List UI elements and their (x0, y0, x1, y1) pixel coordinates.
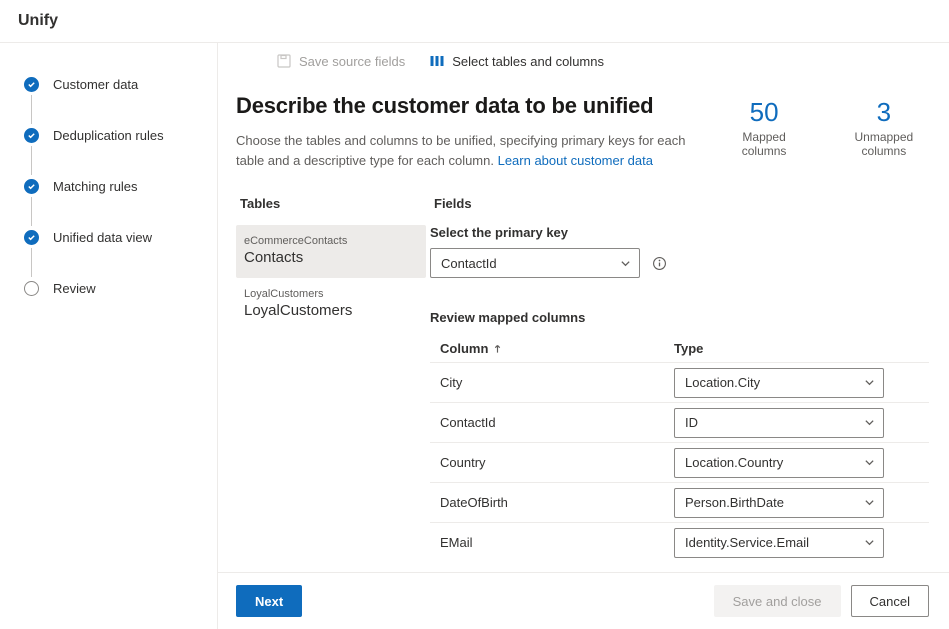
page-description: Choose the tables and columns to be unif… (236, 131, 705, 170)
wizard-stepper: Customer data Deduplication rules Matching… (0, 43, 218, 629)
fields-header: Fields (430, 196, 929, 211)
type-value: ID (685, 415, 698, 430)
save-icon (276, 53, 292, 69)
columns-icon (429, 53, 445, 69)
column-name: EMail (430, 535, 674, 550)
table-item-loyalcustomers[interactable]: LoyalCustomers LoyalCustomers (236, 278, 426, 331)
table-row: ContactId ID (430, 402, 929, 442)
chevron-down-icon (864, 377, 875, 388)
select-tables-label: Select tables and columns (452, 54, 604, 69)
top-actions: Save source fields Select tables and col… (236, 43, 929, 79)
table-item-contacts[interactable]: eCommerceContacts Contacts (236, 225, 426, 278)
save-and-close-button: Save and close (714, 585, 841, 617)
check-icon (24, 230, 39, 245)
table-source: LoyalCustomers (244, 288, 414, 300)
step-matching-rules[interactable]: Matching rules (24, 179, 201, 230)
step-label: Unified data view (53, 230, 152, 245)
mapped-label: Mapped columns (725, 130, 802, 158)
step-label: Matching rules (53, 179, 138, 194)
review-mapped-label: Review mapped columns (430, 310, 929, 325)
chevron-down-icon (864, 537, 875, 548)
table-name: LoyalCustomers (244, 302, 414, 319)
step-label: Deduplication rules (53, 128, 164, 143)
app-header: Unify (0, 0, 949, 43)
sort-asc-icon (493, 344, 502, 354)
chevron-down-icon (864, 497, 875, 508)
step-customer-data[interactable]: Customer data (24, 77, 201, 128)
step-review[interactable]: Review (24, 281, 201, 296)
chevron-down-icon (864, 457, 875, 468)
table-row: EMail Identity.Service.Email (430, 522, 929, 562)
page-title: Describe the customer data to be unified (236, 93, 705, 119)
table-row: DateOfBirth Person.BirthDate (430, 482, 929, 522)
type-value: Location.Country (685, 455, 783, 470)
column-name: ContactId (430, 415, 674, 430)
check-icon (24, 77, 39, 92)
column-header[interactable]: Column (430, 341, 674, 356)
mapped-columns-stat: 50 Mapped columns (725, 97, 802, 158)
type-value: Location.City (685, 375, 760, 390)
circle-icon (24, 281, 39, 296)
step-label: Review (53, 281, 96, 296)
cancel-button[interactable]: Cancel (851, 585, 929, 617)
primary-key-select[interactable]: ContactId (430, 248, 640, 278)
column-name: Country (430, 455, 674, 470)
tables-column: Tables eCommerceContacts Contacts LoyalCus… (236, 196, 426, 562)
step-label: Customer data (53, 77, 138, 92)
chevron-down-icon (864, 417, 875, 428)
next-button[interactable]: Next (236, 585, 302, 617)
type-select[interactable]: Location.City (674, 368, 884, 398)
chevron-down-icon (620, 258, 631, 269)
tables-header: Tables (236, 196, 426, 211)
step-unified-data-view[interactable]: Unified data view (24, 230, 201, 281)
type-select[interactable]: ID (674, 408, 884, 438)
main-panel: Save source fields Select tables and col… (218, 43, 949, 629)
unmapped-count: 3 (839, 97, 929, 128)
select-tables-action[interactable]: Select tables and columns (429, 53, 604, 69)
column-name: City (430, 375, 674, 390)
type-header[interactable]: Type (674, 341, 929, 356)
type-select[interactable]: Location.Country (674, 448, 884, 478)
info-icon[interactable] (652, 256, 667, 271)
footer: Next Save and close Cancel (218, 572, 949, 629)
stats: 50 Mapped columns 3 Unmapped columns (725, 97, 929, 158)
check-icon (24, 179, 39, 194)
primary-key-label: Select the primary key (430, 225, 929, 240)
column-name: DateOfBirth (430, 495, 674, 510)
type-select[interactable]: Identity.Service.Email (674, 528, 884, 558)
type-value: Person.BirthDate (685, 495, 784, 510)
learn-link[interactable]: Learn about customer data (498, 153, 653, 168)
type-select[interactable]: Person.BirthDate (674, 488, 884, 518)
scroll-area: Save source fields Select tables and col… (218, 43, 949, 572)
check-icon (24, 128, 39, 143)
primary-key-value: ContactId (441, 256, 497, 271)
unmapped-label: Unmapped columns (839, 130, 929, 158)
save-source-fields-action: Save source fields (276, 53, 405, 69)
type-value: Identity.Service.Email (685, 535, 809, 550)
save-source-fields-label: Save source fields (299, 54, 405, 69)
table-row: Country Location.Country (430, 442, 929, 482)
fields-column: Fields Select the primary key ContactId … (426, 196, 929, 562)
table-name: Contacts (244, 249, 414, 266)
step-deduplication-rules[interactable]: Deduplication rules (24, 128, 201, 179)
unmapped-columns-stat: 3 Unmapped columns (839, 97, 929, 158)
table-source: eCommerceContacts (244, 235, 414, 247)
mapped-count: 50 (725, 97, 802, 128)
table-row: City Location.City (430, 362, 929, 402)
grid-header: Column Type (430, 335, 929, 362)
app-title: Unify (18, 12, 58, 29)
